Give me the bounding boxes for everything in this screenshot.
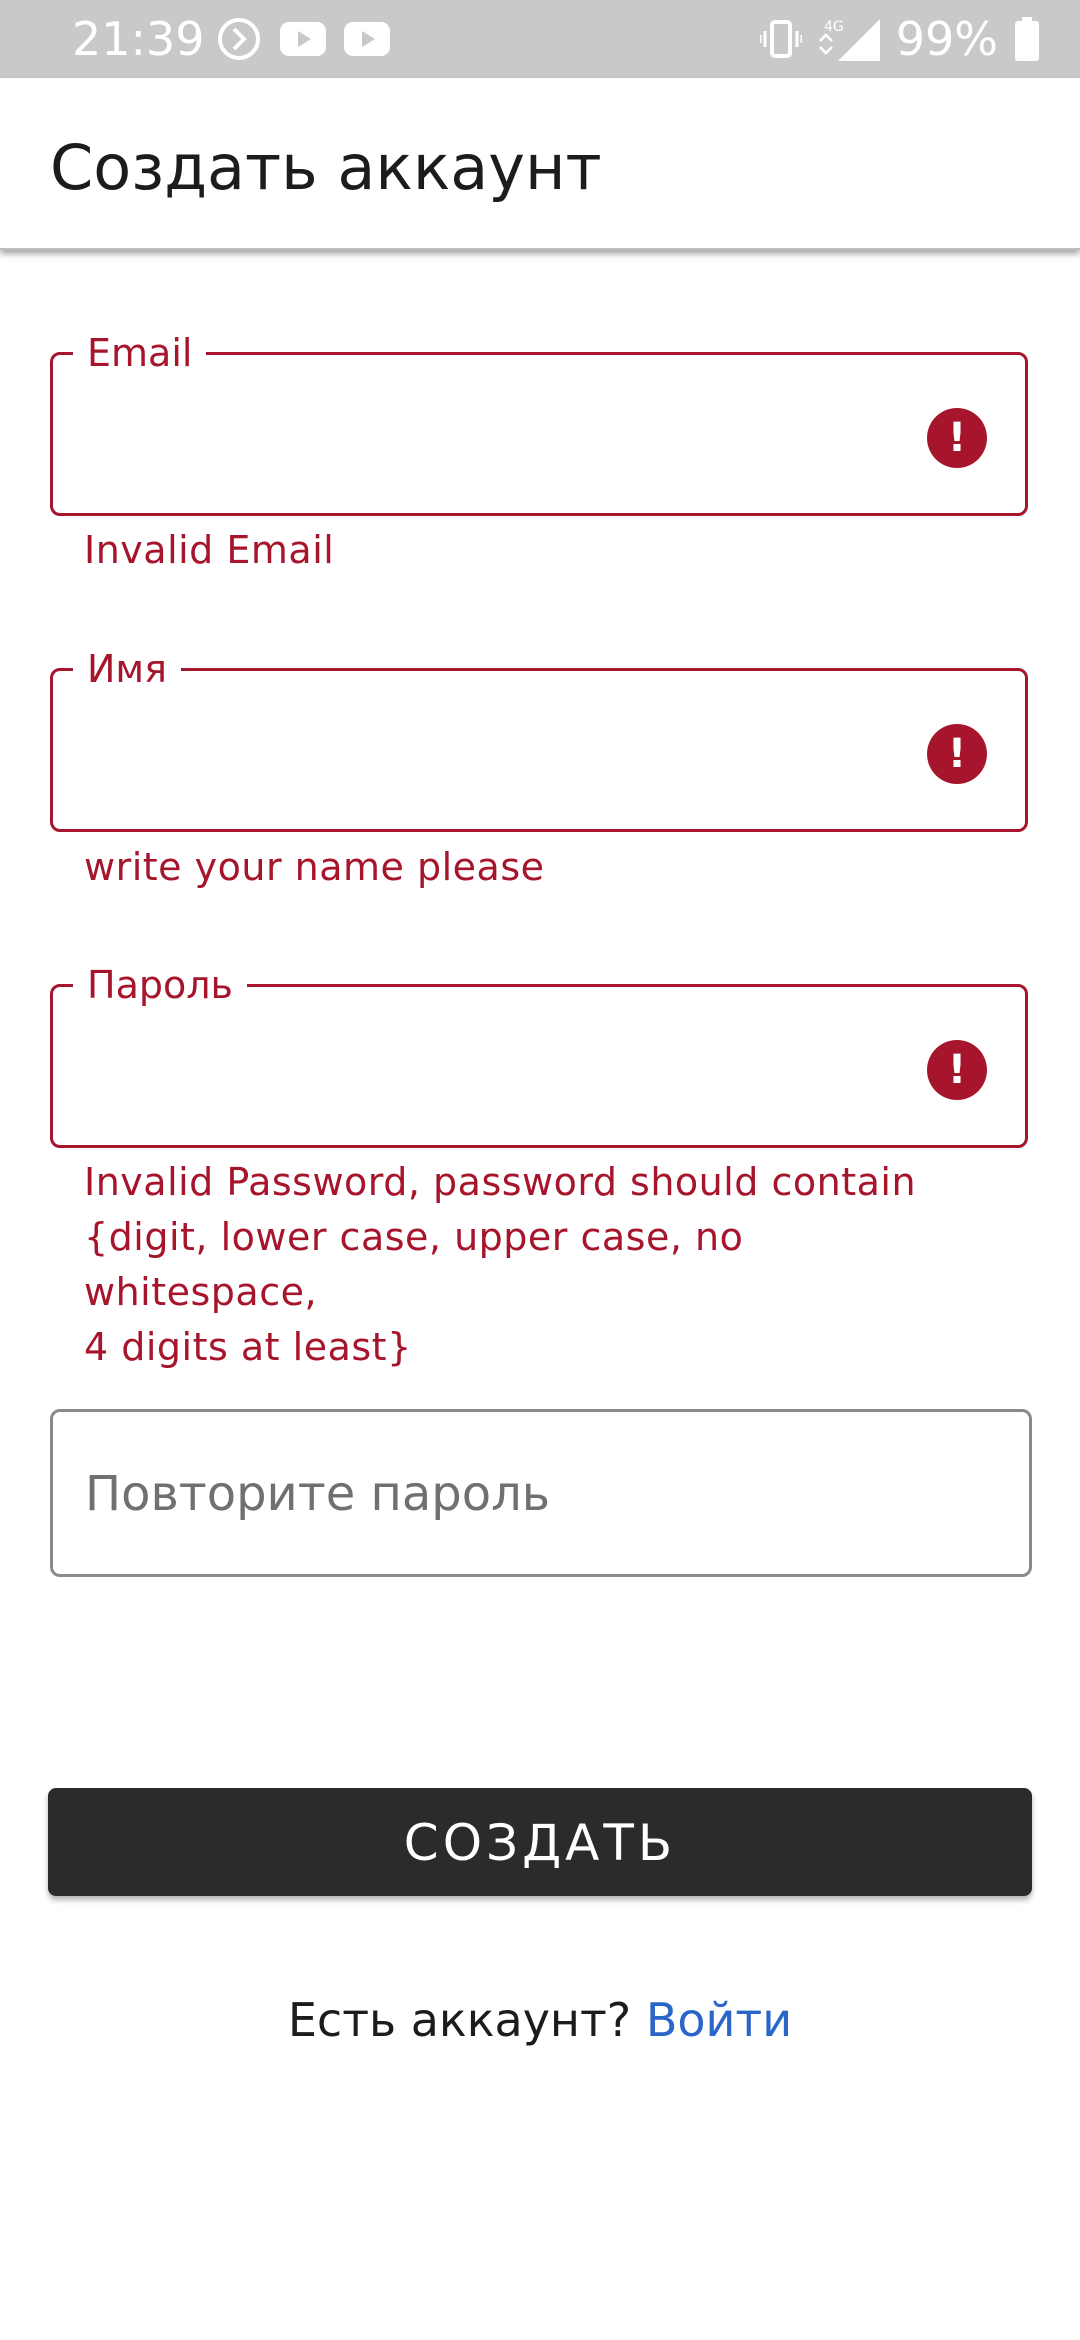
youtube-icon-2	[344, 22, 390, 56]
error-icon: !	[927, 408, 987, 468]
signal-4g-icon: 4G	[818, 19, 880, 61]
status-bar: 21:39 4G 99%	[0, 0, 1080, 78]
password-error-line: Invalid Password, password should contai…	[84, 1160, 917, 1204]
notification-icons	[216, 16, 390, 62]
name-error-text: write your name please	[84, 845, 545, 889]
battery-percent: 99%	[895, 12, 998, 66]
password-error-text: Invalid Password, password should contai…	[84, 1155, 984, 1375]
repeat-password-placeholder: Повторите пароль	[85, 1466, 551, 1522]
password-label: Пароль	[73, 963, 247, 1007]
status-time: 21:39	[72, 12, 205, 66]
youtube-icon	[280, 22, 326, 56]
error-icon: !	[927, 1040, 987, 1100]
vibrate-icon	[759, 20, 802, 58]
name-label: Имя	[73, 647, 181, 691]
page-title: Создать аккаунт	[50, 131, 602, 204]
password-error-line: 4 digits at least}	[84, 1325, 412, 1369]
email-field[interactable]: Email !	[50, 331, 1028, 516]
password-field[interactable]: Пароль !	[50, 963, 1028, 1148]
signin-row: Есть аккаунт? Войти	[0, 1990, 1080, 2050]
signin-link[interactable]: Войти	[646, 1993, 792, 2047]
email-error-text: Invalid Email	[84, 528, 335, 572]
repeat-password-field[interactable]: Повторите пароль	[50, 1409, 1032, 1577]
name-field[interactable]: Имя !	[50, 647, 1028, 832]
create-account-button[interactable]: СОЗДАТЬ	[48, 1788, 1032, 1896]
system-icons: 4G 99%	[759, 10, 1040, 68]
assistant-icon	[218, 18, 260, 60]
battery-icon	[1015, 17, 1039, 61]
password-error-line: {digit, lower case, upper case, no white…	[84, 1215, 744, 1314]
error-icon: !	[927, 724, 987, 784]
signin-prompt: Есть аккаунт?	[287, 1993, 632, 2047]
svg-text:4G: 4G	[824, 19, 844, 35]
email-label: Email	[73, 331, 207, 375]
app-bar: Создать аккаунт	[0, 78, 1080, 250]
